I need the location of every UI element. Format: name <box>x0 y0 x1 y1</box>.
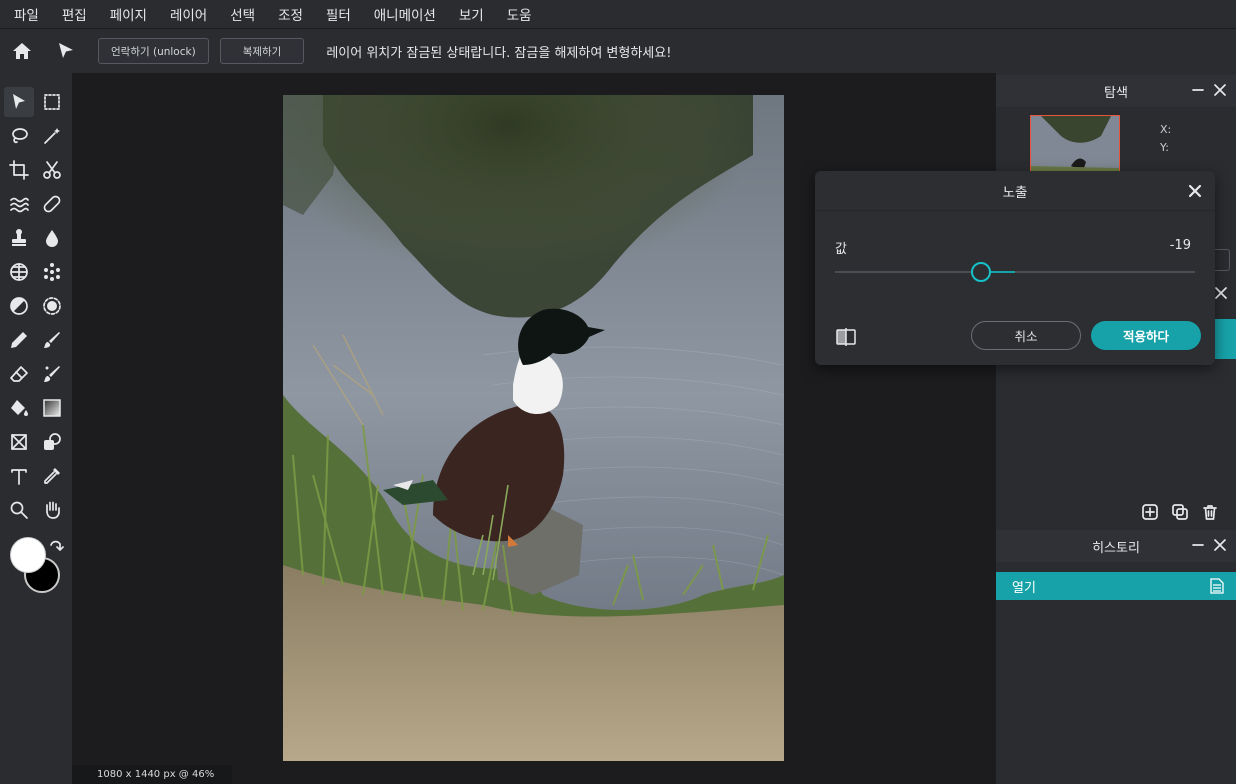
bandage-icon[interactable] <box>37 189 67 219</box>
unlock-button[interactable]: 언락하기 (unlock) <box>98 38 209 64</box>
lock-message: 레이어 위치가 잠금된 상태랍니다. 잠금을 해제하여 변형하세요! <box>326 45 672 61</box>
menu-animation[interactable]: 애니메이션 <box>374 4 436 24</box>
liquify-icon[interactable] <box>4 189 34 219</box>
y-coordinate-label: Y: <box>1160 141 1169 154</box>
apply-button[interactable]: 적용하다 <box>1091 321 1201 350</box>
duplicate-button[interactable]: 복제하기 <box>219 38 305 64</box>
cancel-button[interactable]: 취소 <box>971 321 1081 350</box>
sharpen-icon[interactable] <box>37 291 67 321</box>
shape-icon[interactable] <box>4 427 34 457</box>
menu-adjust[interactable]: 조정 <box>278 4 303 24</box>
history-item[interactable]: 열기 <box>996 572 1236 600</box>
marquee-select-icon[interactable] <box>37 87 67 117</box>
navigator-title: 탐색 <box>1104 85 1128 101</box>
smudge-brush-icon[interactable] <box>37 359 67 389</box>
hand-icon[interactable] <box>37 495 67 525</box>
value-readout: -19 <box>1169 238 1191 253</box>
dialog-title: 노출 <box>815 171 1215 211</box>
eraser-icon[interactable] <box>4 359 34 389</box>
history-title: 히스토리 <box>1092 540 1140 556</box>
status-bar: 1080 x 1440 px @ 46% <box>72 765 232 784</box>
scissors-icon[interactable] <box>37 155 67 185</box>
gradient-icon[interactable] <box>37 393 67 423</box>
swap-colors-icon[interactable] <box>48 539 64 555</box>
menu-bar: 파일 편집 페이지 레이어 선택 조정 필터 애니메이션 보기 도움 <box>0 0 1236 28</box>
exposure-dialog: 노출 값 -19 취소 적용하다 <box>815 171 1215 365</box>
navigator-thumbnail[interactable] <box>1030 115 1120 175</box>
layer-actions <box>1142 504 1218 520</box>
menu-filter[interactable]: 필터 <box>326 4 351 24</box>
text-icon[interactable] <box>4 461 34 491</box>
drop-icon[interactable] <box>37 223 67 253</box>
paint-bucket-icon[interactable] <box>4 393 34 423</box>
dodge-burn-icon[interactable] <box>4 291 34 321</box>
home-icon[interactable] <box>2 31 42 71</box>
sponge-icon[interactable] <box>4 257 34 287</box>
stamp-icon[interactable] <box>4 223 34 253</box>
menu-file[interactable]: 파일 <box>14 4 39 24</box>
menu-edit[interactable]: 편집 <box>62 4 87 24</box>
close-icon[interactable] <box>1214 538 1226 552</box>
blur-dots-icon[interactable] <box>37 257 67 287</box>
navigator-header: 탐색 <box>996 75 1236 107</box>
value-label: 값 <box>835 242 847 257</box>
x-coordinate-label: X: <box>1160 123 1172 136</box>
canvas-image[interactable] <box>283 95 784 761</box>
crop-icon[interactable] <box>4 155 34 185</box>
delete-layer-icon[interactable] <box>1202 504 1218 520</box>
zoom-icon[interactable] <box>4 495 34 525</box>
compare-icon[interactable] <box>835 326 857 348</box>
magic-wand-icon[interactable] <box>37 121 67 151</box>
tools-panel <box>0 73 72 784</box>
exposure-slider-track[interactable] <box>835 271 1195 273</box>
history-header: 히스토리 <box>996 530 1236 562</box>
menu-view[interactable]: 보기 <box>459 4 484 24</box>
close-icon[interactable] <box>1187 183 1203 199</box>
move-arrow-icon[interactable] <box>46 31 86 71</box>
minimize-icon[interactable] <box>1192 83 1204 97</box>
pencil-icon[interactable] <box>4 325 34 355</box>
document-icon <box>1210 578 1224 594</box>
menu-layer[interactable]: 레이어 <box>170 4 207 24</box>
exposure-slider-handle[interactable] <box>970 262 991 282</box>
history-item-label: 열기 <box>1012 580 1036 596</box>
options-toolbar: 언락하기 (unlock) 복제하기 레이어 위치가 잠금된 상태랍니다. 잠금… <box>0 28 1236 73</box>
select-arrow-icon[interactable] <box>4 87 34 117</box>
menu-page[interactable]: 페이지 <box>110 4 147 24</box>
duplicate-layer-icon[interactable] <box>1172 504 1188 520</box>
menu-select[interactable]: 선택 <box>230 4 255 24</box>
eyedropper-icon[interactable] <box>37 461 67 491</box>
lasso-icon[interactable] <box>4 121 34 151</box>
foreground-color-swatch[interactable] <box>10 537 46 573</box>
replace-color-icon[interactable] <box>37 427 67 457</box>
minimize-icon[interactable] <box>1192 538 1204 552</box>
brush-icon[interactable] <box>37 325 67 355</box>
close-icon[interactable] <box>1214 83 1226 97</box>
add-layer-icon[interactable] <box>1142 504 1158 520</box>
menu-help[interactable]: 도움 <box>507 4 532 24</box>
